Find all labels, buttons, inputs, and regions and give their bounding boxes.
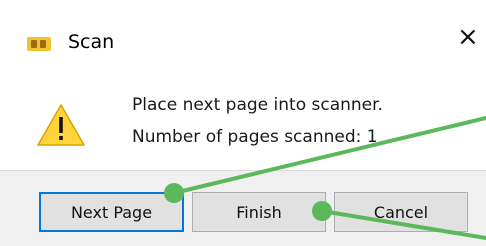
warning-icon	[37, 104, 85, 146]
cancel-button[interactable]: Cancel	[334, 192, 468, 232]
title-bar: Scan ×	[0, 0, 486, 82]
message-line-2: Number of pages scanned: 1	[132, 127, 378, 147]
scanner-app-icon	[27, 37, 51, 51]
finish-button[interactable]: Finish	[192, 192, 326, 232]
message-line-1: Place next page into scanner.	[132, 95, 383, 115]
close-icon[interactable]: ×	[457, 24, 479, 50]
window-title: Scan	[68, 31, 115, 53]
scan-dialog: Scan × Place next page into scanner. Num…	[0, 0, 486, 246]
next-page-button[interactable]: Next Page	[39, 192, 184, 232]
